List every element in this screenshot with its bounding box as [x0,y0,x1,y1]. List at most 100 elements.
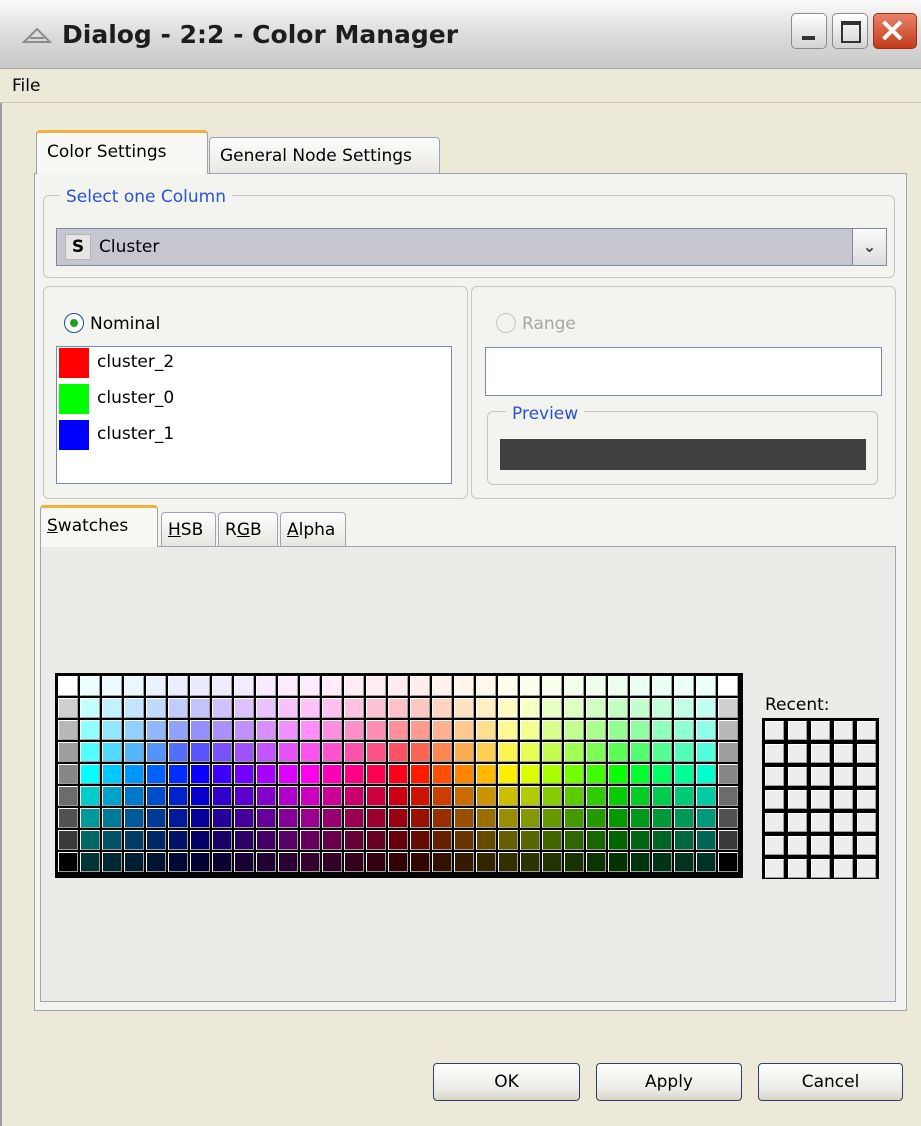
swatch-cell[interactable] [80,742,100,762]
swatch-cell[interactable] [608,786,628,806]
swatch-cell[interactable] [674,808,694,828]
swatch-cell[interactable] [432,786,452,806]
swatch-cell[interactable] [124,786,144,806]
swatch-cell[interactable] [124,720,144,740]
swatch-cell[interactable] [674,852,694,872]
swatch-cell[interactable] [322,808,342,828]
swatch-cell[interactable] [256,852,276,872]
swatch-cell[interactable] [388,786,408,806]
swatch-cell[interactable] [300,742,320,762]
swatch-cell[interactable] [432,764,452,784]
recent-cell[interactable] [834,790,853,809]
swatch-cell[interactable] [652,720,672,740]
recent-cell[interactable] [811,721,830,740]
recent-cell[interactable] [788,859,807,878]
swatch-cell[interactable] [256,764,276,784]
swatch-cell[interactable] [410,742,430,762]
recent-cell[interactable] [834,859,853,878]
swatch-cell[interactable] [696,830,716,850]
recent-cell[interactable] [857,744,876,763]
swatch-cell[interactable] [630,830,650,850]
swatch-cell[interactable] [498,720,518,740]
swatch-cell[interactable] [674,786,694,806]
swatch-cell[interactable] [278,764,298,784]
swatch-cell[interactable] [586,786,606,806]
swatch-cell[interactable] [476,676,496,696]
swatch-cell[interactable] [696,742,716,762]
swatch-cell[interactable] [168,720,188,740]
swatch-cell[interactable] [124,676,144,696]
swatch-cell[interactable] [190,808,210,828]
swatch-cell[interactable] [190,830,210,850]
menu-file[interactable]: File [12,76,40,96]
swatch-cell[interactable] [696,852,716,872]
swatch-cell[interactable] [124,764,144,784]
maximize-button[interactable] [832,13,868,49]
swatch-cell[interactable] [102,720,122,740]
swatch-cell[interactable] [476,720,496,740]
swatch-cell[interactable] [388,720,408,740]
swatch-cell[interactable] [608,698,628,718]
swatch-cell[interactable] [58,720,78,740]
swatch-cell[interactable] [608,676,628,696]
swatch-cell[interactable] [718,742,738,762]
recent-cell[interactable] [857,813,876,832]
swatch-cell[interactable] [476,742,496,762]
swatch-cell[interactable] [168,742,188,762]
recent-cell[interactable] [765,813,784,832]
swatch-cell[interactable] [718,764,738,784]
ok-button[interactable]: OK [433,1063,580,1101]
recent-cell[interactable] [765,744,784,763]
swatch-cell[interactable] [344,764,364,784]
swatch-palette[interactable] [55,673,743,878]
swatch-cell[interactable] [344,786,364,806]
swatch-cell[interactable] [58,852,78,872]
swatch-cell[interactable] [476,808,496,828]
recent-cell[interactable] [788,790,807,809]
swatch-cell[interactable] [146,808,166,828]
swatch-cell[interactable] [542,676,562,696]
swatch-cell[interactable] [432,808,452,828]
swatch-cell[interactable] [674,720,694,740]
swatch-cell[interactable] [520,742,540,762]
swatch-cell[interactable] [586,808,606,828]
swatch-cell[interactable] [124,852,144,872]
swatch-cell[interactable] [278,676,298,696]
swatch-cell[interactable] [410,764,430,784]
swatch-cell[interactable] [564,676,584,696]
swatch-cell[interactable] [630,676,650,696]
recent-cell[interactable] [788,836,807,855]
swatch-cell[interactable] [630,720,650,740]
swatch-cell[interactable] [234,764,254,784]
swatch-cell[interactable] [542,852,562,872]
swatch-cell[interactable] [454,764,474,784]
swatch-cell[interactable] [146,830,166,850]
swatch-cell[interactable] [80,676,100,696]
swatch-cell[interactable] [542,720,562,740]
swatch-cell[interactable] [190,852,210,872]
swatch-cell[interactable] [674,764,694,784]
recent-cell[interactable] [788,767,807,786]
swatch-cell[interactable] [344,742,364,762]
swatch-cell[interactable] [454,720,474,740]
swatch-cell[interactable] [322,852,342,872]
swatch-cell[interactable] [432,698,452,718]
swatch-cell[interactable] [630,786,650,806]
swatch-cell[interactable] [432,852,452,872]
swatch-cell[interactable] [234,698,254,718]
swatch-cell[interactable] [366,830,386,850]
swatch-cell[interactable] [344,808,364,828]
swatch-cell[interactable] [498,852,518,872]
swatch-cell[interactable] [388,676,408,696]
swatch-cell[interactable] [498,786,518,806]
swatch-cell[interactable] [322,698,342,718]
swatch-cell[interactable] [586,720,606,740]
swatch-cell[interactable] [498,764,518,784]
swatch-cell[interactable] [102,852,122,872]
swatch-cell[interactable] [366,676,386,696]
swatch-cell[interactable] [168,698,188,718]
swatch-cell[interactable] [80,852,100,872]
swatch-cell[interactable] [190,720,210,740]
recent-cell[interactable] [788,744,807,763]
swatch-cell[interactable] [388,852,408,872]
